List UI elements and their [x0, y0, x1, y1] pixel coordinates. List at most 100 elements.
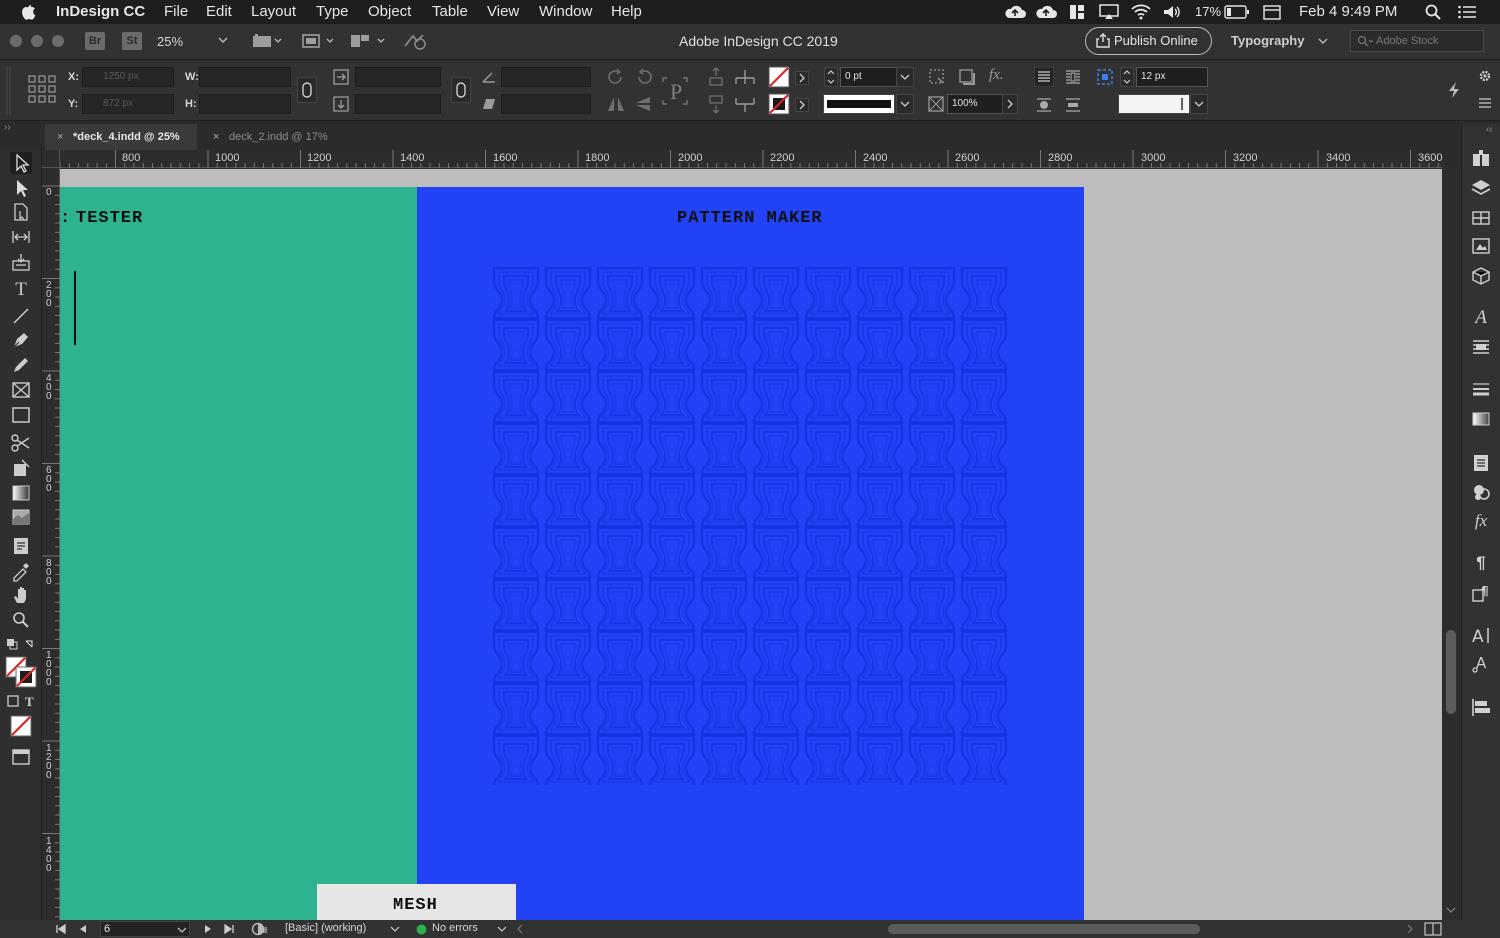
preflight-toggle-icon[interactable]: [251, 922, 269, 936]
quick-apply-lightning-icon[interactable]: [1447, 81, 1461, 99]
cloud-sync-icon[interactable]: [1035, 4, 1057, 20]
page-number-field[interactable]: 6: [100, 921, 190, 937]
scroll-left-arrow-icon[interactable]: [516, 923, 524, 935]
paragraph-styles-panel-icon[interactable]: [1470, 336, 1492, 358]
notification-center-icon[interactable]: [1458, 5, 1476, 19]
workspace-switcher[interactable]: Typography: [1231, 33, 1304, 48]
character-panel-icon[interactable]: A: [1470, 624, 1492, 646]
opacity-field[interactable]: 100%: [947, 94, 1003, 114]
scale-y-field[interactable]: [355, 94, 441, 114]
airplay-icon[interactable]: [1099, 4, 1119, 20]
scale-x-field[interactable]: [355, 67, 441, 87]
tab-deck-4[interactable]: × *deck_4.indd @ 25%: [45, 124, 197, 150]
gap-tool-icon[interactable]: [10, 226, 32, 248]
horizontal-scrollbar-thumb[interactable]: [888, 924, 1200, 934]
gradient-feather-tool-icon[interactable]: [10, 506, 32, 528]
apple-icon[interactable]: [20, 2, 36, 20]
rectangle-frame-tool-icon[interactable]: [10, 379, 32, 401]
vertical-scrollbar[interactable]: [1442, 168, 1460, 920]
effects-panel-icon[interactable]: fx: [1470, 510, 1492, 532]
split-layout-icon[interactable]: [1424, 922, 1442, 936]
mesh-label-box[interactable]: MESH: [317, 884, 516, 920]
object-style-swatch[interactable]: [1118, 94, 1190, 114]
close-tab-icon[interactable]: ×: [57, 124, 63, 150]
reference-point-icon[interactable]: [28, 75, 56, 103]
width-field[interactable]: [199, 67, 291, 87]
menu-view[interactable]: View: [487, 3, 519, 20]
rectangle-tool-icon[interactable]: [10, 404, 32, 426]
height-field[interactable]: [199, 94, 291, 114]
gpu-performance-icon[interactable]: [403, 32, 429, 50]
fit-frame-icon[interactable]: [928, 68, 946, 86]
vertical-ruler[interactable]: 0 200 400 600 800 1000 1200 1400: [42, 168, 60, 920]
menu-help[interactable]: Help: [611, 3, 642, 20]
scissors-tool-icon[interactable]: [10, 432, 32, 454]
screen-mode-normal-icon[interactable]: [10, 746, 32, 768]
clock-text[interactable]: Feb 4 9:49 PM: [1299, 3, 1397, 20]
pencil-tool-icon[interactable]: [10, 354, 32, 376]
close-tab-icon[interactable]: ×: [213, 124, 219, 150]
y-position-field[interactable]: 872 px: [82, 94, 174, 114]
blue-page[interactable]: PATTERN MAKER: [417, 187, 1084, 920]
character-styles-panel-icon[interactable]: A: [1470, 307, 1492, 329]
direct-selection-tool-icon[interactable]: [10, 177, 32, 199]
spacing-stepper-icon[interactable]: [1120, 67, 1134, 87]
select-previous-object-icon[interactable]: [734, 67, 756, 87]
paragraph-panel-icon[interactable]: ¶: [1470, 552, 1492, 574]
menu-layout[interactable]: Layout: [251, 3, 296, 20]
close-window-button[interactable]: [10, 35, 22, 47]
app-name-menu[interactable]: InDesign CC: [56, 3, 145, 20]
cc-libraries-panel-icon[interactable]: [1470, 235, 1492, 257]
type-tool-icon[interactable]: T: [10, 279, 32, 301]
default-fill-stroke-icon[interactable]: [6, 638, 36, 652]
eyedropper-tool-icon[interactable]: [10, 560, 32, 582]
mesh-title[interactable]: MESH: [393, 896, 438, 915]
stock-button[interactable]: St: [122, 32, 142, 50]
first-page-icon[interactable]: [55, 923, 67, 935]
stroke-swatch-arrow-icon[interactable]: [795, 98, 809, 112]
tester-title[interactable]: TESTER: [76, 209, 143, 228]
scale-link-icon[interactable]: [451, 77, 471, 103]
pattern-maker-title[interactable]: PATTERN MAKER: [677, 209, 823, 228]
zoom-level[interactable]: 25%: [157, 34, 183, 49]
zoom-tool-icon[interactable]: [10, 609, 32, 631]
links-panel-icon[interactable]: [1470, 207, 1492, 229]
document-canvas[interactable]: : TESTER PATTERN MAKER MESH: [60, 169, 1442, 920]
page-number-dropdown-icon[interactable]: [177, 926, 187, 934]
bridge-button[interactable]: Br: [85, 32, 105, 50]
rotate-cw-icon[interactable]: [606, 67, 626, 87]
scroll-down-arrow-icon[interactable]: [1446, 906, 1456, 914]
x-position-field[interactable]: 1250 px: [82, 67, 174, 87]
fill-stroke-swatches-icon[interactable]: [5, 656, 37, 688]
spotlight-search-icon[interactable]: [1425, 4, 1441, 20]
cc-content-panel-icon[interactable]: [1470, 265, 1492, 287]
pages-panel-icon[interactable]: [1470, 148, 1492, 170]
preflight-errors[interactable]: No errors: [432, 922, 478, 934]
menu-object[interactable]: Object: [368, 3, 411, 20]
minimize-window-button[interactable]: [31, 35, 43, 47]
view-options-icon[interactable]: [252, 33, 282, 49]
stroke-weight-field[interactable]: 0 pt: [840, 67, 898, 87]
stroke-type-dropdown-icon[interactable]: [896, 94, 914, 114]
errors-dropdown-icon[interactable]: [497, 925, 507, 933]
apply-none-icon[interactable]: [10, 715, 32, 737]
screen-mode-icon[interactable]: [301, 33, 337, 49]
content-collector-tool-icon[interactable]: [10, 251, 32, 273]
scroll-right-arrow-icon[interactable]: [1406, 923, 1414, 935]
formatting-affects-container-icon[interactable]: T: [6, 693, 36, 709]
gradient-swatch-tool-icon[interactable]: [10, 482, 32, 504]
battery-icon[interactable]: [1224, 5, 1250, 19]
auto-fit-icon[interactable]: [1096, 68, 1114, 86]
stroke-weight-dropdown-icon[interactable]: [896, 67, 914, 87]
glyphs-panel-icon[interactable]: ¶: [1470, 582, 1492, 604]
spacing-field[interactable]: 12 px: [1136, 67, 1208, 87]
rotation-angle-field[interactable]: [501, 67, 591, 87]
menu-file[interactable]: File: [164, 3, 188, 20]
publish-online-button[interactable]: Publish Online: [1085, 27, 1212, 55]
type-on-path-panel-icon[interactable]: A: [1470, 653, 1492, 675]
zoom-dropdown-icon[interactable]: [218, 36, 228, 44]
preflight-profile[interactable]: [Basic] (working): [285, 922, 366, 934]
swatches-panel-icon[interactable]: [1470, 481, 1492, 503]
battery-percent[interactable]: 17%: [1195, 4, 1221, 19]
stroke-type-swatch[interactable]: [823, 94, 895, 114]
